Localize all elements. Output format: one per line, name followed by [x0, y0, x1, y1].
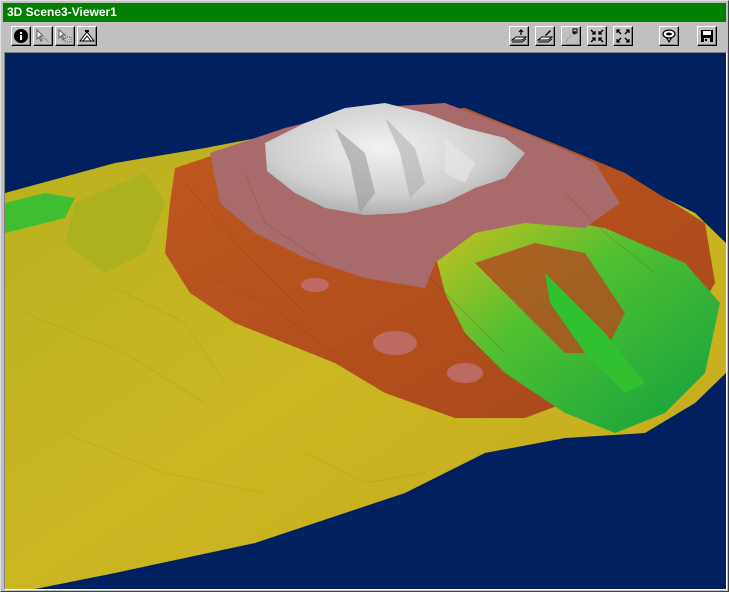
- save-button[interactable]: [697, 26, 717, 46]
- zoom-out-icon: [616, 29, 630, 43]
- extrude-layer-icon: [511, 29, 527, 43]
- edit-layer-button[interactable]: [535, 26, 555, 46]
- select-region-button[interactable]: [55, 26, 75, 46]
- window-title: 3D Scene3-Viewer1: [7, 5, 117, 19]
- toolbar: [3, 24, 726, 50]
- viewer-window: 3D Scene3-Viewer1: [0, 0, 729, 592]
- zoom-in-button[interactable]: [587, 26, 607, 46]
- hill-1: [373, 331, 417, 355]
- rotate-icon: [662, 29, 676, 44]
- save-icon: [701, 30, 713, 42]
- zoom-out-button[interactable]: [613, 26, 633, 46]
- info-icon: [14, 29, 28, 43]
- navigate-icon: [565, 28, 578, 42]
- 3d-viewport[interactable]: [4, 52, 727, 590]
- hill-3: [301, 278, 329, 292]
- terrain-scene: [5, 53, 726, 589]
- rotate-button[interactable]: [659, 26, 679, 46]
- title-bar[interactable]: 3D Scene3-Viewer1: [3, 3, 726, 22]
- scene-properties-icon: [79, 30, 95, 42]
- navigate-button[interactable]: [561, 26, 581, 46]
- extrude-layer-button[interactable]: [509, 26, 529, 46]
- select-pointer-button[interactable]: [33, 26, 53, 46]
- zoom-in-icon: [590, 29, 604, 43]
- select-pointer-icon: [36, 28, 50, 43]
- hill-2: [447, 363, 483, 383]
- scene-properties-button[interactable]: [77, 26, 97, 46]
- info-button[interactable]: [11, 26, 31, 46]
- select-region-icon: [58, 28, 72, 43]
- edit-layer-icon: [537, 30, 553, 43]
